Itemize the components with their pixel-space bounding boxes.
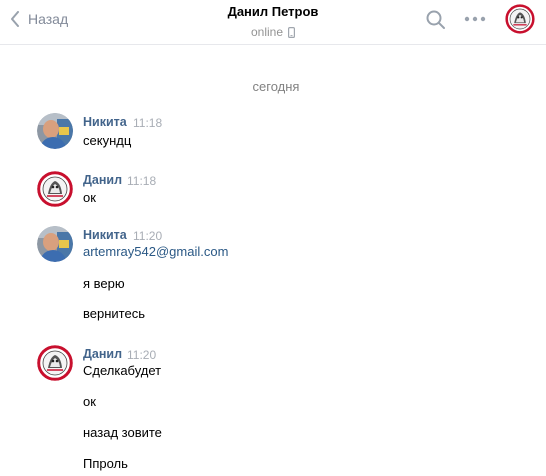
status-text: online (250, 25, 284, 39)
chat-title: Данил Петров (227, 4, 319, 19)
message-text: секундц (83, 133, 132, 148)
message-text: назад зовите (83, 425, 162, 440)
search-icon (426, 10, 445, 29)
contact-avatar[interactable] (505, 4, 535, 34)
message-author[interactable]: Никита (83, 115, 127, 129)
chat-title-block[interactable]: Данил Петров online (173, 4, 373, 41)
avatar[interactable] (37, 226, 73, 262)
message-text: Ппроль (83, 456, 128, 471)
online-status: online (173, 23, 373, 41)
message-text: Сделкабудет (83, 363, 162, 378)
date-separator: сегодня (252, 79, 300, 94)
chat-header: Назад Данил Петров online (0, 0, 546, 45)
message-time[interactable]: 11:18 (127, 174, 156, 188)
message-time[interactable]: 11:18 (133, 116, 162, 130)
avatar[interactable] (37, 345, 73, 381)
email-link[interactable]: artemray542@gmail.com (83, 244, 228, 259)
message-text: я верю (83, 276, 125, 291)
message-time[interactable]: 11:20 (127, 348, 156, 362)
mobile-phone-icon (288, 26, 296, 38)
chevron-left-icon (11, 11, 19, 27)
back-label: Назад (28, 11, 69, 27)
more-dots-icon (464, 16, 486, 22)
message-author[interactable]: Данил (83, 173, 122, 187)
message-text: ок (83, 190, 96, 205)
search-button[interactable] (425, 9, 447, 31)
message-text: ок (83, 394, 96, 409)
message-author[interactable]: Данил (83, 347, 122, 361)
more-button[interactable] (464, 12, 486, 26)
back-button[interactable]: Назад (10, 8, 68, 30)
message-author[interactable]: Никита (83, 228, 127, 242)
avatar[interactable] (37, 171, 73, 207)
avatar[interactable] (37, 113, 73, 149)
message-text: вернитесь (83, 306, 145, 321)
message-time[interactable]: 11:20 (133, 229, 162, 243)
